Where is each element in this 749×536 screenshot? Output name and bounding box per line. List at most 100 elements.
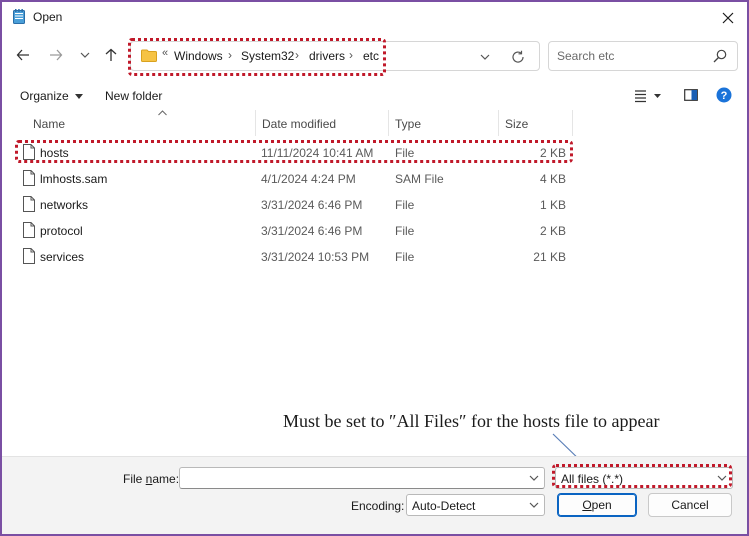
navigation-bar: « Windows › System32 › drivers › etc <box>2 32 747 82</box>
file-size: 4 KB <box>539 172 566 186</box>
arrow-right-icon <box>50 49 63 61</box>
column-date-label: Date modified <box>262 117 337 131</box>
organize-menu-button[interactable]: Organize <box>20 89 84 103</box>
file-row-lmhosts[interactable]: lmhosts.sam 4/1/2024 4:24 PM SAM File 4 … <box>18 166 574 192</box>
up-button[interactable] <box>100 44 122 66</box>
file-name-label: File name: <box>123 472 179 486</box>
refresh-icon <box>512 50 524 63</box>
notepad-icon <box>13 9 25 24</box>
column-header-type[interactable]: Type <box>389 110 499 136</box>
forward-button[interactable] <box>45 44 67 66</box>
file-name-input[interactable] <box>184 471 514 485</box>
file-name: services <box>40 250 85 264</box>
refresh-button[interactable] <box>509 48 527 66</box>
file-icon <box>23 248 35 264</box>
open-button-label: pen <box>591 498 612 512</box>
change-view-button[interactable] <box>634 89 664 105</box>
title-bar: Open <box>2 2 747 32</box>
file-name: protocol <box>40 224 83 238</box>
file-name: hosts <box>40 146 69 160</box>
search-input[interactable] <box>557 48 707 64</box>
annotation-text: Must be set to ″All Files″ for the hosts… <box>283 411 660 431</box>
address-overflow-button[interactable]: « <box>162 47 168 59</box>
file-type: File <box>395 250 415 264</box>
new-folder-button[interactable]: New folder <box>105 89 162 103</box>
chevron-down-icon <box>80 52 90 58</box>
column-size-label: Size <box>505 117 529 131</box>
file-type: File <box>395 198 415 212</box>
search-icon <box>713 49 727 63</box>
column-type-label: Type <box>395 117 422 131</box>
open-button[interactable]: Open <box>557 493 637 517</box>
breadcrumb-separator[interactable]: › <box>228 48 232 62</box>
file-name-label-part: File <box>123 472 146 486</box>
column-header-size[interactable]: Size <box>499 110 573 136</box>
column-name-label: Name <box>33 117 66 131</box>
details-view-icon <box>635 90 661 103</box>
file-icon <box>23 222 35 238</box>
file-size: 1 KB <box>539 198 566 212</box>
column-header-name[interactable]: Name <box>27 110 256 136</box>
file-row-hosts[interactable]: hosts 11/11/2024 10:41 AM File 2 KB <box>18 140 574 166</box>
preview-pane-button[interactable] <box>684 88 698 102</box>
file-icon <box>23 196 35 212</box>
file-size: 21 KB <box>533 250 566 264</box>
open-button-accesskey: O <box>582 498 592 512</box>
chevron-down-icon <box>480 54 490 60</box>
command-bar: Organize New folder ? <box>2 82 747 110</box>
chevron-down-icon <box>529 502 539 508</box>
help-button[interactable]: ? <box>716 87 732 103</box>
svg-text:?: ? <box>721 90 728 102</box>
recent-locations-button[interactable] <box>74 44 96 66</box>
address-bar[interactable]: « Windows › System32 › drivers › etc <box>130 41 540 71</box>
encoding-label: Encoding: <box>351 499 405 513</box>
caret-down-icon <box>75 93 84 99</box>
file-row-networks[interactable]: networks 3/31/2024 6:46 PM File 1 KB <box>18 192 574 218</box>
file-name-label-part: ame: <box>152 472 180 486</box>
breadcrumb-etc[interactable]: etc <box>363 49 379 63</box>
close-button[interactable] <box>715 6 741 30</box>
preview-pane-icon <box>684 89 698 101</box>
column-header-date[interactable]: Date modified <box>256 110 389 136</box>
file-date: 4/1/2024 4:24 PM <box>261 172 356 186</box>
breadcrumb-separator[interactable]: › <box>295 48 299 62</box>
back-button[interactable] <box>12 44 34 66</box>
cancel-button[interactable]: Cancel <box>648 493 732 517</box>
dialog-title: Open <box>33 10 63 24</box>
file-type-filter-select[interactable]: All files (*.*) <box>555 467 733 489</box>
breadcrumb-drivers[interactable]: drivers <box>309 49 345 63</box>
chevron-down-icon[interactable] <box>528 472 540 484</box>
file-list[interactable]: Name Date modified Type Size hosts 11/11… <box>2 110 747 456</box>
breadcrumb-windows[interactable]: Windows <box>174 49 223 63</box>
file-row-protocol[interactable]: protocol 3/31/2024 6:46 PM File 2 KB <box>18 218 574 244</box>
file-date: 3/31/2024 6:46 PM <box>261 198 363 212</box>
organize-label: Organize <box>20 89 69 103</box>
file-icon <box>23 144 35 160</box>
arrow-up-icon <box>105 48 117 61</box>
folder-icon <box>141 49 157 62</box>
breadcrumb-separator[interactable]: › <box>349 48 353 62</box>
chevron-down-icon <box>717 475 727 481</box>
close-icon <box>722 12 734 24</box>
file-name: networks <box>40 198 89 212</box>
file-date: 3/31/2024 6:46 PM <box>261 224 363 238</box>
file-icon <box>23 170 35 186</box>
file-row-services[interactable]: services 3/31/2024 10:53 PM File 21 KB <box>18 244 574 270</box>
file-date: 11/11/2024 10:41 AM <box>261 146 374 160</box>
search-box[interactable] <box>548 41 738 71</box>
bottom-panel: File name: All files (*.*) Encoding: Aut… <box>2 456 747 534</box>
file-type-filter-value: All files (*.*) <box>561 472 624 486</box>
file-name: lmhosts.sam <box>40 172 108 186</box>
address-history-button[interactable] <box>477 49 493 65</box>
help-icon: ? <box>716 87 732 103</box>
file-name-combobox[interactable] <box>179 467 545 489</box>
file-date: 3/31/2024 10:53 PM <box>261 250 370 264</box>
arrow-left-icon <box>16 49 29 61</box>
file-size: 2 KB <box>539 224 566 238</box>
breadcrumb-system32[interactable]: System32 <box>241 49 294 63</box>
file-size: 2 KB <box>539 146 566 160</box>
encoding-select[interactable]: Auto-Detect <box>406 494 545 516</box>
encoding-value: Auto-Detect <box>412 499 476 513</box>
file-type: File <box>395 224 415 238</box>
file-type: SAM File <box>395 172 444 186</box>
